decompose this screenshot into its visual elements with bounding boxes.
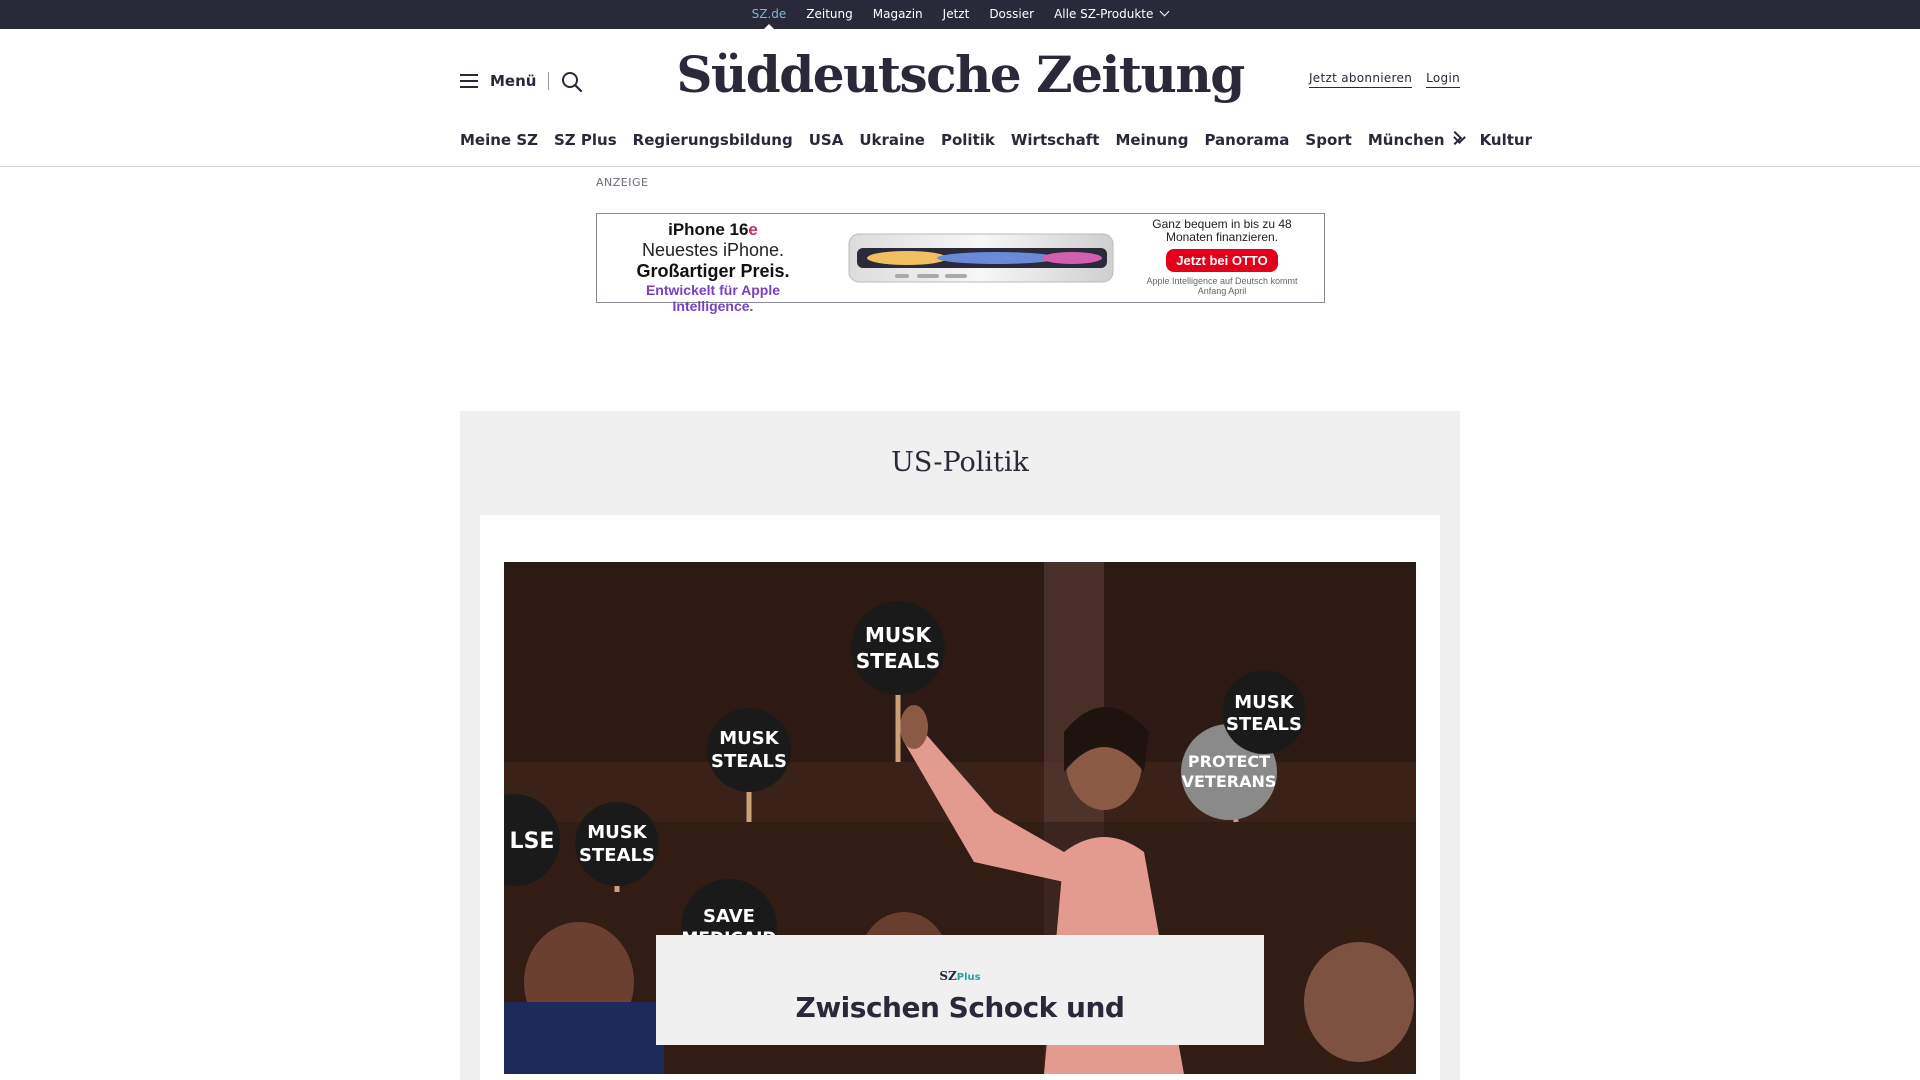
nav-item-politik[interactable]: Politik [933, 131, 1003, 149]
nav-item-usa[interactable]: USA [801, 131, 852, 149]
nav-item-muenchen-label: München [1367, 131, 1445, 149]
search-icon[interactable] [561, 71, 583, 93]
nav-item-regierungsbildung[interactable]: Regierungsbildung [625, 131, 801, 149]
nav-item-meine-sz[interactable]: Meine SZ [460, 131, 546, 149]
module-title[interactable]: US-Politik [460, 447, 1460, 478]
teaser-headline[interactable]: Zwischen Schock und [656, 991, 1264, 1024]
topbar-link-dossier[interactable]: Dossier [979, 0, 1044, 29]
topbar-link-szde[interactable]: SZ.de [742, 0, 797, 30]
svg-text:MUSK: MUSK [865, 623, 933, 647]
ad-line-2: Großartiger Preis. [636, 261, 790, 281]
divider [548, 72, 549, 90]
svg-text:SAVE: SAVE [703, 906, 755, 927]
svg-text:VETERANS: VETERANS [1182, 772, 1277, 791]
teaser-box[interactable]: SZPlus Zwischen Schock und [656, 935, 1264, 1045]
nav-item-panorama[interactable]: Panorama [1196, 131, 1297, 149]
svg-text:STEALS: STEALS [711, 751, 787, 772]
svg-text:STEALS: STEALS [579, 845, 655, 866]
ad-line-1: Neuestes iPhone. [641, 240, 785, 260]
ad-financing-text: Ganz bequem in bis zu 48 Monaten finanzi… [1152, 217, 1292, 244]
topbar-link-magazin[interactable]: Magazin [863, 0, 933, 29]
svg-text:MUSK: MUSK [1234, 692, 1294, 713]
nav-item-sport[interactable]: Sport [1297, 131, 1359, 149]
nav-item-wirtschaft[interactable]: Wirtschaft [1003, 131, 1108, 149]
site-header: Menü Süddeutsche Zeitung Jetzt abonniere… [0, 29, 1920, 167]
svg-text:LSE: LSE [510, 829, 555, 854]
svg-text:MUSK: MUSK [587, 822, 647, 843]
svg-text:STEALS: STEALS [856, 649, 940, 673]
svg-text:MUSK: MUSK [719, 728, 779, 749]
chevron-down-icon [1159, 6, 1170, 17]
nav-item-sz-plus[interactable]: SZ Plus [546, 131, 625, 149]
svg-text:PROTECT: PROTECT [1188, 752, 1270, 771]
topbar-link-jetzt[interactable]: Jetzt [933, 0, 980, 29]
ad-otto-block: Ganz bequem in bis zu 48 Monaten finanzi… [1137, 217, 1307, 297]
ad-product-name: iPhone 16e [668, 220, 758, 239]
topbar-link-zeitung[interactable]: Zeitung [796, 0, 862, 29]
main-nav: Meine SZ SZ Plus Regierungsbildung USA U… [460, 125, 1532, 155]
ad-text-block: iPhone 16e Neuestes iPhone. Großartiger … [613, 220, 813, 314]
site-logo[interactable]: Süddeutsche Zeitung [640, 45, 1280, 104]
topbar-products-label: Alle SZ-Produkte [1054, 7, 1154, 21]
menu-button[interactable]: Menü [460, 72, 536, 90]
nav-item-kultur[interactable]: Kultur [1472, 131, 1540, 149]
topic-module: US-Politik MUSK STEALS MUSK STEALS MUSK … [460, 411, 1460, 1080]
subscribe-link[interactable]: Jetzt abonnieren [1308, 71, 1413, 88]
login-link[interactable]: Login [1426, 71, 1460, 88]
account-links: Jetzt abonnieren Login [1308, 71, 1460, 88]
menu-label: Menü [490, 72, 537, 90]
nav-item-meinung[interactable]: Meinung [1107, 131, 1196, 149]
top-bar: SZ.de Zeitung Magazin Jetzt Dossier Alle… [0, 0, 1920, 30]
phone-image [848, 233, 1114, 283]
teaser-card[interactable]: MUSK STEALS MUSK STEALS MUSK STEALS LSE SAV… [480, 515, 1440, 1080]
nav-item-ukraine[interactable]: Ukraine [851, 131, 933, 149]
topbar-link-products[interactable]: Alle SZ-Produkte [1044, 0, 1178, 29]
ad-line-3: Entwickelt für Apple Intelligence. [645, 282, 781, 314]
sz-plus-badge: SZPlus [939, 969, 981, 983]
advertisement-banner[interactable]: iPhone 16e Neuestes iPhone. Großartiger … [596, 213, 1325, 314]
hamburger-icon [460, 74, 478, 88]
ad-cta-button[interactable]: Jetzt bei OTTO [1166, 249, 1278, 272]
ad-label: ANZEIGE [596, 176, 649, 189]
svg-text:STEALS: STEALS [1226, 714, 1302, 735]
ad-footnote: Apple Intelligence auf Deutsch kommt Anf… [1146, 276, 1298, 296]
